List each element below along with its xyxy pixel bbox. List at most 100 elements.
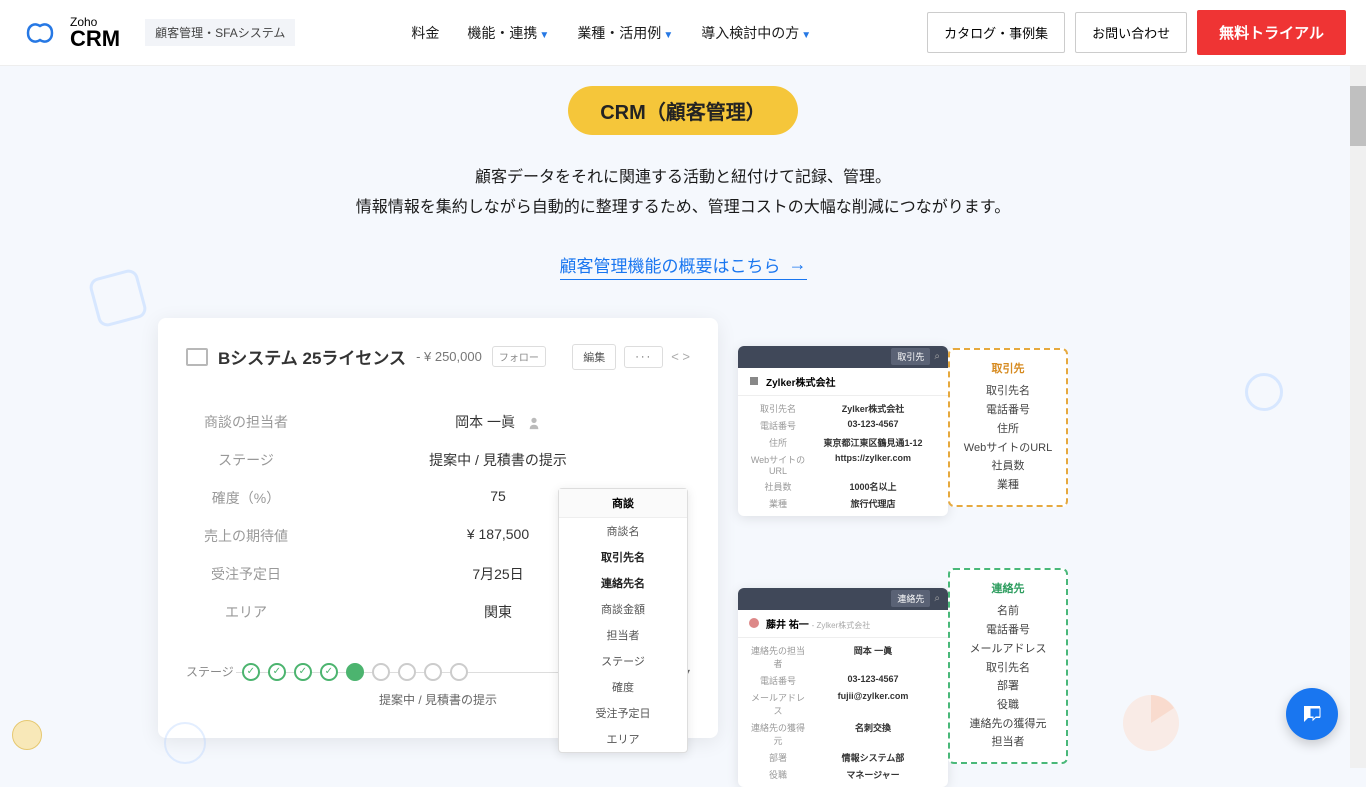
stage-dot[interactable]: ✓ [242,663,260,681]
caret-down-icon: ▼ [663,30,673,41]
more-button[interactable]: ··· [624,346,663,368]
chat-fab[interactable] [1286,688,1338,740]
row-key: 役職 [748,768,808,781]
stage-dot[interactable] [450,663,468,681]
people-decoration-icon [160,718,210,768]
row-val: 03-123-4567 [808,419,938,432]
row-key: 社員数 [748,480,808,493]
prev-next-nav[interactable]: < > [671,349,690,364]
contact-callout: 連絡先 名前 電話番号 メールアドレス 取引先名 部署 役職 連絡先の獲得元 担… [948,568,1068,764]
illustration-stage: Bシステム 25ライセンス - ¥ 250,000 フォロー 編集 ··· < … [158,318,1208,748]
catalog-button[interactable]: カタログ・事例集 [927,12,1065,53]
callout-item: 電話番号 [962,621,1054,640]
row-val: 03-123-4567 [808,674,938,687]
stage-dot[interactable] [398,663,416,681]
stage-dot[interactable] [372,663,390,681]
callout-item: 取引先名 [962,382,1054,401]
row-key: 取引先名 [748,402,808,415]
callout-item: メールアドレス [962,640,1054,659]
thumbs-up-icon [87,267,148,328]
row-val: 旅行代理店 [808,497,938,510]
popup-item: 商談金額 [559,596,687,622]
stage-dot-current[interactable] [346,663,364,681]
callout-title: 連絡先 [962,580,1054,599]
contact-button[interactable]: お問い合わせ [1075,12,1187,53]
popup-item: 確度 [559,674,687,700]
follow-button[interactable]: フォロー [492,346,546,367]
link-text: 顧客管理機能の概要はこちら [560,252,781,277]
deal-header: Bシステム 25ライセンス - ¥ 250,000 フォロー 編集 ··· < … [186,344,690,370]
field-label: ステージ [186,450,306,470]
chat-icon [1300,702,1324,726]
field-value: 提案中 / 見積書の提示 [306,450,690,470]
panel-body: 連絡先の担当者岡本 一眞 電話番号03-123-4567 メールアドレスfuji… [738,638,948,787]
callout-item: 部署 [962,677,1054,696]
popup-item: 受注予定日 [559,700,687,726]
row-key: 連絡先の担当者 [748,644,808,670]
popup-item: 商談名 [559,518,687,544]
row-key: WebサイトのURL [748,453,808,476]
row-val: 岡本 一眞 [808,644,938,670]
field-label: 商談の担当者 [186,412,306,432]
stage-dot[interactable]: ✓ [294,663,312,681]
callout-item: WebサイトのURL [962,439,1054,458]
field-label: エリア [186,602,306,622]
hero: CRM（顧客管理） 顧客データをそれに関連する活動と紐付けて記録、管理。 情報情… [0,66,1366,748]
panel-body: 取引先名Zylker株式会社 電話番号03-123-4567 住所東京都江東区鶴… [738,396,948,516]
caret-down-icon: ▼ [801,30,811,41]
row-val: Zylker株式会社 [808,402,938,415]
account-callout: 取引先 取引先名 電話番号 住所 WebサイトのURL 社員数 業種 [948,348,1068,507]
nav-industries[interactable]: 業種・活用例▼ [577,23,673,43]
main-nav: 料金 機能・連携▼ 業種・活用例▼ 導入検討中の方▼ [411,23,811,43]
desc-line: 顧客データをそれに関連する活動と紐付けて記録、管理。 [233,163,1133,193]
field-label: 確度（%） [186,488,306,508]
popup-title: 商談 [559,489,687,518]
row-val: https://zylker.com [808,453,938,476]
account-panel: 取引先 ⌕ Zylker株式会社 取引先名Zylker株式会社 電話番号03-1… [738,346,948,516]
callout-item: 連絡先の獲得元 [962,715,1054,734]
logo-text-main: CRM [70,28,120,50]
row-val: 東京都江東区鶴見通1-12 [808,436,938,449]
nav-pricing[interactable]: 料金 [411,23,439,43]
callout-item: 担当者 [962,733,1054,752]
logo[interactable]: Zoho CRM 顧客管理・SFAシステム [20,16,295,50]
row-key: メールアドレス [748,691,808,717]
callout-item: 取引先名 [962,659,1054,678]
field-label: 売上の期待値 [186,526,306,546]
trial-button[interactable]: 無料トライアル [1197,10,1346,55]
deal-amount: - ¥ 250,000 [416,349,482,364]
desc-line: 情報情報を集約しながら自動的に整理するため、管理コストの大幅な削減につながります… [233,193,1133,223]
nav-considering[interactable]: 導入検討中の方▼ [701,23,811,43]
caret-down-icon: ▼ [539,30,549,41]
overview-link[interactable]: 顧客管理機能の概要はこちら → [560,252,807,280]
building-icon [748,375,760,387]
nav-features[interactable]: 機能・連携▼ [467,23,549,43]
row-val: 情報システム部 [808,751,938,764]
callout-title: 取引先 [962,360,1054,379]
phone-icon [1245,373,1283,411]
stage-dot[interactable]: ✓ [268,663,286,681]
popup-item: 担当者 [559,622,687,648]
row-key: 業種 [748,497,808,510]
edit-button[interactable]: 編集 [572,344,616,370]
callout-item: 業種 [962,476,1054,495]
panel-tab: 連絡先 [891,590,930,607]
deal-title: Bシステム 25ライセンス [218,344,406,369]
cookie-icon[interactable] [12,720,42,750]
contact-panel: 連絡先 ⌕ 藤井 祐一 - Zylker株式会社 連絡先の担当者岡本 一眞 電話… [738,588,948,787]
product-tag: 顧客管理・SFAシステム [145,19,295,46]
panel-subheader: 藤井 祐一 - Zylker株式会社 [738,610,948,638]
panel-header: 連絡先 ⌕ [738,588,948,610]
callout-item: 電話番号 [962,401,1054,420]
stage-dot[interactable]: ✓ [320,663,338,681]
scroll-thumb[interactable] [1350,86,1366,146]
scrollbar[interactable] [1350,66,1366,768]
contact-name: 藤井 祐一 - Zylker株式会社 [766,616,870,631]
deal-fields-popup: 商談 商談名 取引先名 連絡先名 商談金額 担当者 ステージ 確度 受注予定日 … [558,488,688,753]
field-value: 岡本 一眞 [306,412,690,432]
company-name: Zylker株式会社 [766,374,835,389]
person-icon [527,416,541,430]
stage-dot[interactable] [424,663,442,681]
row-key: 電話番号 [748,674,808,687]
panel-header: 取引先 ⌕ [738,346,948,368]
